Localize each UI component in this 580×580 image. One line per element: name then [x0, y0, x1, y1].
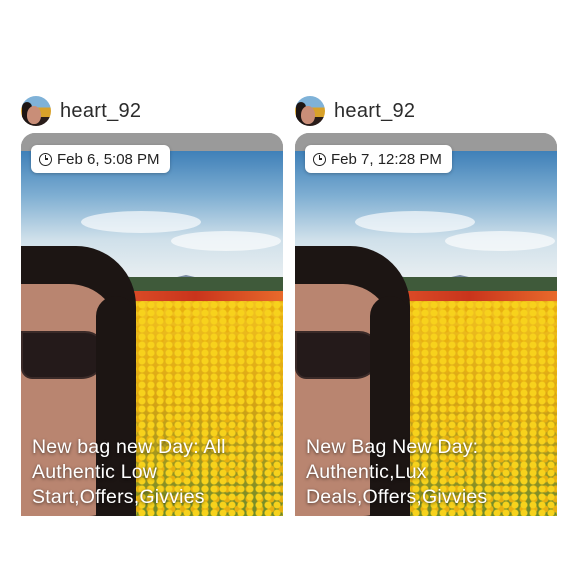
sunglasses [21, 331, 107, 379]
timestamp-badge: Feb 6, 5:08 PM [31, 145, 170, 173]
username[interactable]: heart_92 [334, 100, 415, 123]
post-caption: New Bag New Day: Authentic,Lux Deals,Off… [306, 435, 552, 510]
caption-line: New Bag New Day: [306, 436, 479, 458]
caption-line: Authentic,Lux [306, 461, 427, 483]
caption-line: Deals,Offers,Givvies [306, 486, 488, 508]
user-avatar[interactable] [21, 96, 51, 126]
post-header[interactable]: heart_92 [21, 95, 283, 127]
post-card-2[interactable]: heart_92 Feb 7, 12:28 PM New Bag New Day… [295, 95, 557, 516]
sunglasses [295, 331, 381, 379]
user-avatar[interactable] [295, 96, 325, 126]
post-caption: New bag new Day: All Authentic Low Start… [32, 435, 278, 510]
post-card-1[interactable]: heart_92 Feb 6, 5:08 PM New bag new Day:… [21, 95, 283, 516]
post-image-card[interactable]: Feb 7, 12:28 PM New Bag New Day: Authent… [295, 133, 557, 516]
post-image-card[interactable]: Feb 6, 5:08 PM New bag new Day: All Auth… [21, 133, 283, 516]
avatar-face [301, 106, 315, 124]
caption-line: Authentic Low [32, 461, 158, 483]
username[interactable]: heart_92 [60, 100, 141, 123]
avatar-face [27, 106, 41, 124]
clock-icon [39, 152, 52, 166]
caption-line: New bag new Day: All [32, 436, 226, 458]
timestamp-text: Feb 7, 12:28 PM [331, 150, 442, 168]
timestamp-badge: Feb 7, 12:28 PM [305, 145, 452, 173]
timestamp-text: Feb 6, 5:08 PM [57, 150, 160, 168]
post-header[interactable]: heart_92 [295, 95, 557, 127]
caption-line: Start,Offers,Givvies [32, 486, 205, 508]
clock-icon [313, 152, 326, 166]
